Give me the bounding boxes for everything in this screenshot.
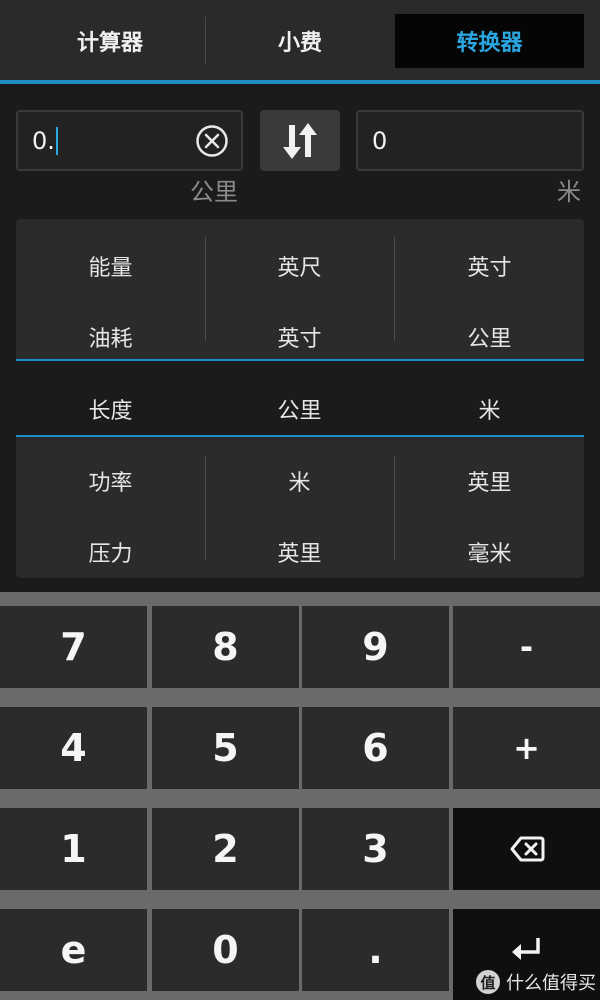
picker-category-option[interactable]: 油耗 [16,317,205,357]
key-e[interactable]: e [0,909,147,991]
picker-column-divider [205,237,206,341]
picker-from-unit-option[interactable]: 英尺 [205,246,394,286]
watermark-logo: 值 [476,970,500,994]
picker-column-divider [394,237,395,341]
key-6[interactable]: 6 [302,707,449,789]
key-5[interactable]: 5 [152,707,299,789]
keypad: 7 8 9- 4 5 6 +1 2 3 e 0. [0,592,600,1000]
picker-category-option[interactable]: 功率 [16,461,205,501]
tab-tip[interactable]: 小费 [206,14,394,68]
picker-to-unit-option[interactable]: 米 [395,389,584,429]
picker-to-unit-option[interactable]: 英里 [395,461,584,501]
picker-column-divider [205,456,206,560]
key-decimal[interactable]: . [302,909,449,991]
key-plus[interactable]: + [453,707,600,789]
enter-icon [511,938,540,960]
tab-calculator[interactable]: 计算器 [15,14,205,68]
picker-category-option[interactable]: 长度 [16,389,205,429]
key-1[interactable]: 1 [0,808,147,890]
from-value-text: 0. [32,126,55,155]
selection-line-bottom [16,435,584,437]
tab-bar: 计算器 小费 转换器 [0,0,600,84]
to-value-text: 0 [372,126,388,155]
key-0[interactable]: 0 [152,909,299,991]
picker-category-option[interactable]: 压力 [16,532,205,572]
picker-column-divider [394,456,395,560]
key-9[interactable]: 9 [302,606,449,688]
backspace-key[interactable] [453,808,600,890]
clear-circle-icon [196,125,228,157]
key-7[interactable]: 7 [0,606,147,688]
to-unit-label: 米 [557,178,581,206]
picker-from-unit-option[interactable]: 公里 [205,389,394,429]
picker-from-unit-option[interactable]: 英寸 [205,317,394,357]
text-caret [55,126,58,155]
watermark: 值 什么值得买 [476,968,596,996]
key-3[interactable]: 3 [302,808,449,890]
picker-category-option[interactable]: 能量 [16,246,205,286]
picker-to-unit-option[interactable]: 英寸 [395,246,584,286]
clear-input-button[interactable] [195,124,229,158]
watermark-text: 什么值得买 [506,973,596,994]
picker-from-unit-option[interactable]: 英里 [205,532,394,572]
from-unit-label: 公里 [190,178,238,206]
unit-picker[interactable]: 能量 油耗 长度 功率 压力 英尺 英寸 公里米英里 英寸 公里米英里 毫米 [16,219,584,578]
tab-underline [0,80,600,84]
key-2[interactable]: 2 [152,808,299,890]
picker-to-unit-option[interactable]: 毫米 [395,532,584,572]
to-value-output[interactable]: 0 [356,110,584,171]
backspace-icon [510,836,544,862]
picker-to-unit-option[interactable]: 公里 [395,317,584,357]
picker-from-unit-option[interactable]: 米 [205,461,394,501]
tab-converter[interactable]: 转换器 [395,14,584,68]
key-8[interactable]: 8 [152,606,299,688]
swap-units-button[interactable] [260,110,340,171]
from-value-input[interactable]: 0. [16,110,243,171]
selection-line-top [16,359,584,361]
key-4[interactable]: 4 [0,707,147,789]
swap-arrows-icon [283,122,317,159]
key-minus[interactable]: - [453,606,600,688]
